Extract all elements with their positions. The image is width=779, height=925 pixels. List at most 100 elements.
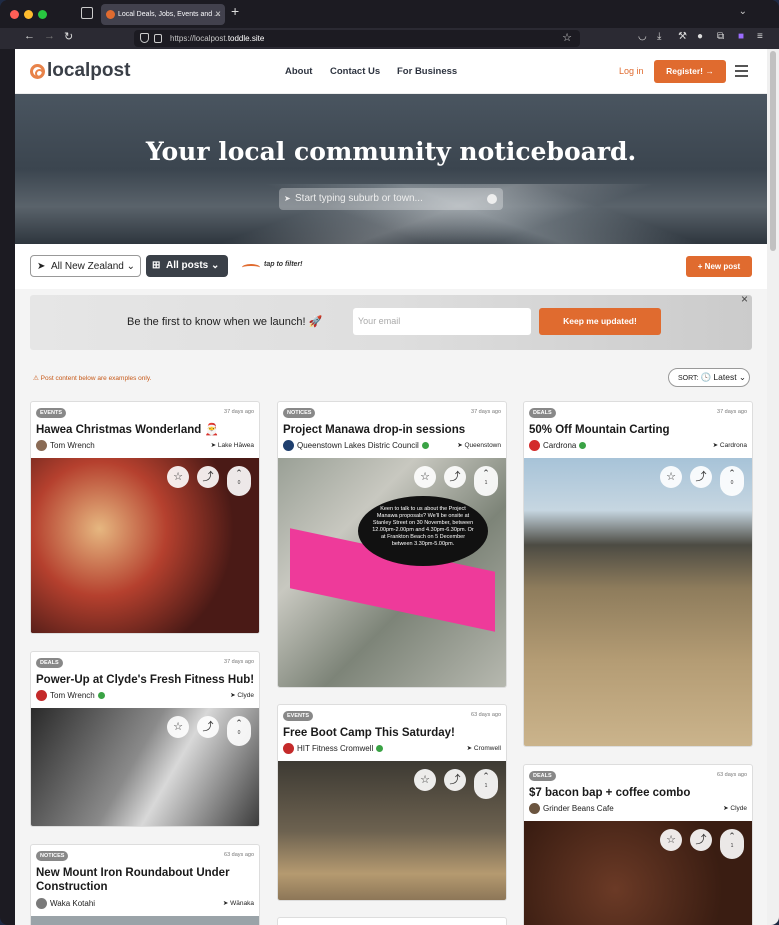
pocket-icon[interactable]: ◡ [638, 31, 647, 42]
post-card[interactable]: NOTICES 63 days ago New Mount Iron Round… [30, 844, 260, 925]
download-icon[interactable]: ⤓ [657, 31, 661, 42]
post-author[interactable]: HIT Fitness Cromwell [283, 743, 384, 754]
scrollbar-thumb[interactable] [770, 51, 776, 251]
nav-contact-us[interactable]: Contact Us [330, 66, 380, 77]
post-title[interactable]: 50% Off Mountain Carting [529, 423, 751, 437]
post-card[interactable]: EVENTS 37 days ago Hawea Christmas Wonde… [30, 401, 260, 634]
extension-badge-icon[interactable]: ■ [738, 31, 744, 42]
post-card[interactable]: DEALS 37 days ago Power-Up at Clyde's Fr… [30, 651, 260, 827]
account-icon[interactable]: ● [697, 31, 703, 42]
favourite-star-icon[interactable]: ☆ [167, 716, 189, 738]
upvote-button[interactable]: ⌃ 0 [227, 716, 251, 746]
post-title[interactable]: Power-Up at Clyde's Fresh Fitness Hub! [36, 673, 258, 687]
login-link[interactable]: Log in [619, 66, 644, 76]
author-name: Grinder Beans Cafe [543, 804, 614, 813]
favourite-star-icon[interactable]: ☆ [660, 466, 682, 488]
site-logo[interactable]: localpost [30, 60, 130, 82]
post-location: ➤ Clyde [723, 805, 747, 812]
new-tab-icon[interactable]: + [231, 3, 239, 19]
post-type-filter-label: All posts [166, 260, 209, 271]
upvote-button[interactable]: ⌃ 1 [720, 829, 744, 859]
new-post-button[interactable]: + New post [686, 256, 752, 277]
post-card[interactable]: DEALS 63 days ago $7 bacon bap + coffee … [523, 764, 753, 925]
url-bar[interactable]: https://localpost.toddle.site ☆ [134, 30, 580, 47]
post-author[interactable]: Waka Kotahi [36, 898, 95, 909]
menu-icon[interactable]: ≡ [757, 31, 763, 42]
verified-icon [579, 442, 587, 450]
nav-for-business[interactable]: For Business [397, 66, 457, 77]
register-button[interactable]: Register! → [654, 60, 726, 83]
back-icon[interactable]: ← [24, 30, 35, 42]
tab-overview-icon[interactable] [81, 7, 93, 19]
author-name: Waka Kotahi [50, 899, 96, 908]
tab-list-icon[interactable]: ⌄ [739, 6, 747, 17]
email-field[interactable]: Your email [353, 308, 531, 335]
logo-mark-icon [30, 63, 45, 79]
post-author[interactable]: Grinder Beans Cafe [529, 803, 614, 814]
post-author[interactable]: Cardrona [529, 440, 587, 451]
post-author[interactable]: Tom Wrench [36, 440, 95, 451]
upvote-count: 1 [730, 843, 734, 849]
tools-icon[interactable]: ⚒ [678, 31, 687, 42]
post-location: ➤ Lake Hāwea [210, 442, 254, 449]
extensions-icon[interactable]: ⧉ [717, 31, 724, 42]
hero-title: Your local community noticeboard. [145, 137, 637, 166]
favourite-star-icon[interactable]: ☆ [414, 466, 436, 488]
page-scrollbar[interactable] [767, 49, 779, 925]
nav-about[interactable]: About [285, 66, 312, 77]
sort-dropdown[interactable]: SORT: 🕓 Latest ⌄ [668, 368, 750, 387]
post-author[interactable]: Tom Wrench [36, 690, 105, 701]
shield-icon[interactable] [140, 33, 149, 43]
post-image[interactable] [31, 916, 259, 925]
upvote-button[interactable]: ⌃ 1 [474, 466, 498, 496]
location-filter-dropdown[interactable]: ➤ All New Zealand ⌄ [30, 255, 141, 277]
post-title[interactable]: Hawea Christmas Wonderland 🎅 [36, 423, 258, 437]
favourite-star-icon[interactable]: ☆ [167, 466, 189, 488]
upvote-button[interactable]: ⌃ 0 [227, 466, 251, 496]
category-badge: DEALS [529, 408, 556, 418]
post-card[interactable]: DEALS 37 days ago 50% Off Mountain Carti… [523, 401, 753, 747]
post-age: 37 days ago [717, 409, 747, 415]
share-icon[interactable]: ⤴ [197, 716, 219, 738]
location-search-input[interactable]: ➤ Start typing suburb or town... [279, 188, 503, 210]
favourite-star-icon[interactable]: ☆ [660, 829, 682, 851]
close-icon[interactable]: × [741, 292, 748, 306]
favourite-star-icon[interactable]: ☆ [414, 769, 436, 791]
upvote-count: 0 [730, 480, 734, 486]
upvote-button[interactable]: ⌃ 1 [474, 769, 498, 799]
share-icon[interactable]: ⤴ [444, 466, 466, 488]
forward-icon[interactable]: → [44, 30, 55, 42]
post-title[interactable]: $7 bacon bap + coffee combo [529, 786, 751, 800]
avatar [529, 803, 540, 814]
post-title[interactable]: New Mount Iron Roundabout Under Construc… [36, 866, 258, 894]
post-title[interactable]: Project Manawa drop-in sessions [283, 423, 505, 437]
avatar [36, 898, 47, 909]
post-card[interactable]: EVENTS 63 days ago Free Boot Camp This S… [277, 704, 507, 901]
maximize-window-icon[interactable] [38, 10, 47, 19]
post-title[interactable]: Free Boot Camp This Saturday! [283, 726, 505, 740]
close-window-icon[interactable] [10, 10, 19, 19]
post-actions: ☆ ⤴ ⌃ 1 [660, 829, 744, 859]
browser-tab[interactable]: Local Deals, Jobs, Events and ... × [101, 4, 225, 25]
share-icon[interactable]: ⤴ [197, 466, 219, 488]
post-type-filter-dropdown[interactable]: ⊞ All posts ⌄ [146, 255, 228, 277]
share-icon[interactable]: ⤴ [690, 829, 712, 851]
keep-updated-button[interactable]: Keep me updated! [539, 308, 661, 335]
search-go-icon[interactable] [487, 194, 497, 204]
post-card[interactable]: NOTICES 37 days ago Project Manawa drop-… [277, 401, 507, 688]
minimize-window-icon[interactable] [24, 10, 33, 19]
hamburger-menu-icon[interactable] [735, 65, 748, 80]
share-icon[interactable]: ⤴ [444, 769, 466, 791]
location-arrow-icon: ➤ [37, 261, 46, 272]
post-author[interactable]: Queenstown Lakes Distric Council [283, 440, 429, 451]
share-icon[interactable]: ⤴ [690, 466, 712, 488]
location-name: Cardrona [719, 442, 747, 449]
upvote-button[interactable]: ⌃ 0 [720, 466, 744, 496]
reload-icon[interactable]: ↻ [64, 30, 73, 43]
lock-icon[interactable] [154, 34, 162, 43]
post-card[interactable] [277, 917, 507, 925]
bookmark-star-icon[interactable]: ☆ [562, 30, 572, 47]
close-tab-icon[interactable]: × [215, 4, 221, 25]
avatar [283, 440, 294, 451]
post-image[interactable] [524, 458, 752, 746]
